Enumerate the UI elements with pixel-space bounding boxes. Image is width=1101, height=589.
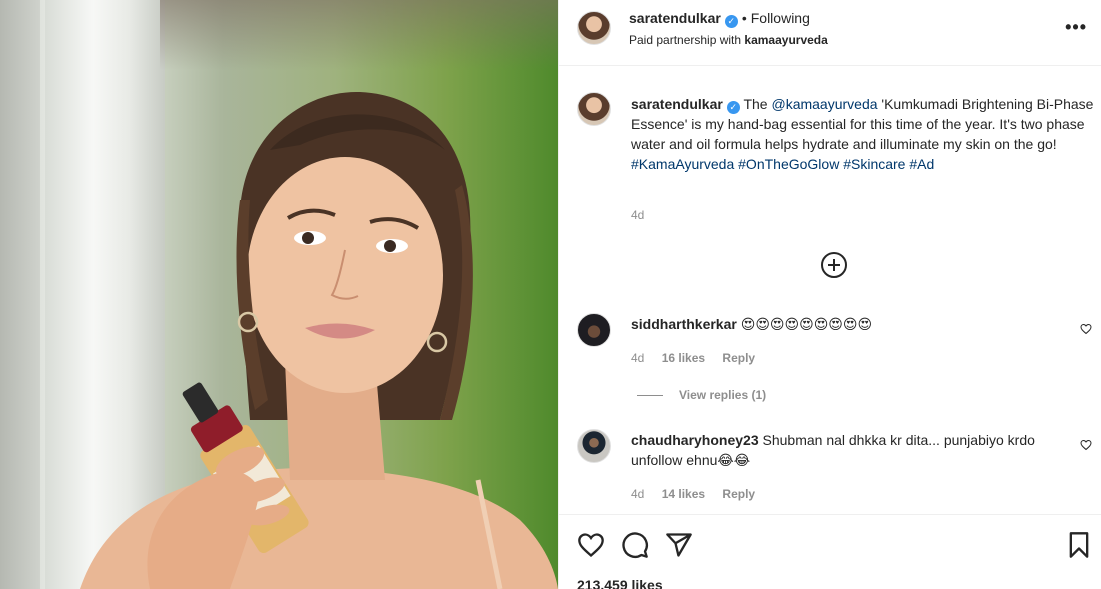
verified-badge-icon: ✓ xyxy=(724,15,738,28)
hashtag-link[interactable]: #Ad xyxy=(909,156,934,172)
comment-time: 4d xyxy=(631,351,645,365)
comment-likes[interactable]: 16 likes xyxy=(662,351,705,365)
reply-button[interactable]: Reply xyxy=(722,487,755,501)
like-heart-icon[interactable] xyxy=(577,531,605,559)
caption-time: 4d xyxy=(631,208,645,222)
action-bar: 213,459 likes xyxy=(559,514,1101,589)
post-image[interactable] xyxy=(0,0,558,589)
comment-text: 😍😍😍😍😍😍😍😍😍 xyxy=(740,316,873,332)
caption-avatar[interactable] xyxy=(577,92,611,126)
load-more-comments-icon[interactable] xyxy=(821,252,847,278)
comment-likes[interactable]: 14 likes xyxy=(662,487,705,501)
following-button[interactable]: Following xyxy=(751,10,810,26)
comment-meta: 4d 16 likes Reply xyxy=(631,351,769,365)
comment-like-heart-icon[interactable] xyxy=(1080,323,1092,335)
caption-text: The xyxy=(743,96,772,112)
comment-time: 4d xyxy=(631,487,645,501)
caption-username[interactable]: saratendulkar xyxy=(631,96,723,112)
comment-meta: 4d 14 likes Reply xyxy=(631,487,769,501)
mention-link[interactable]: @kamaayurveda xyxy=(771,96,877,112)
paid-partnership-label: Paid partnership with kamaayurveda xyxy=(629,33,828,47)
commenter-username[interactable]: siddharthkerkar xyxy=(631,316,737,332)
commenter-avatar[interactable] xyxy=(577,313,611,347)
woman-with-serum-illustration xyxy=(80,91,558,589)
separator-dot: • xyxy=(741,10,747,26)
post-panel: saratendulkar ✓ • Following Paid partnershi… xyxy=(558,0,1101,589)
hashtag-link[interactable]: #Skincare xyxy=(843,156,905,172)
hashtag-link[interactable]: #OnTheGoGlow xyxy=(738,156,839,172)
share-icon[interactable] xyxy=(665,531,693,559)
commenter-avatar[interactable] xyxy=(577,429,611,463)
comment-icon[interactable] xyxy=(621,531,649,559)
partner-link[interactable]: kamaayurveda xyxy=(744,33,827,47)
post-header: saratendulkar ✓ • Following Paid partnershi… xyxy=(559,0,1101,66)
save-bookmark-icon[interactable] xyxy=(1065,531,1093,559)
reply-button[interactable]: Reply xyxy=(722,351,755,365)
verified-badge-icon: ✓ xyxy=(726,101,740,114)
author-username[interactable]: saratendulkar xyxy=(629,10,721,26)
comment-like-heart-icon[interactable] xyxy=(1080,439,1092,451)
commenter-username[interactable]: chaudharyhoney23 xyxy=(631,432,759,448)
more-options-icon[interactable]: ••• xyxy=(1065,17,1087,38)
view-replies-button[interactable]: View replies (1) xyxy=(637,388,766,402)
hashtag-link[interactable]: #KamaAyurveda xyxy=(631,156,734,172)
instagram-post: saratendulkar ✓ • Following Paid partnershi… xyxy=(0,0,1101,589)
likes-count[interactable]: 213,459 likes xyxy=(577,577,663,589)
author-avatar[interactable] xyxy=(577,11,611,45)
